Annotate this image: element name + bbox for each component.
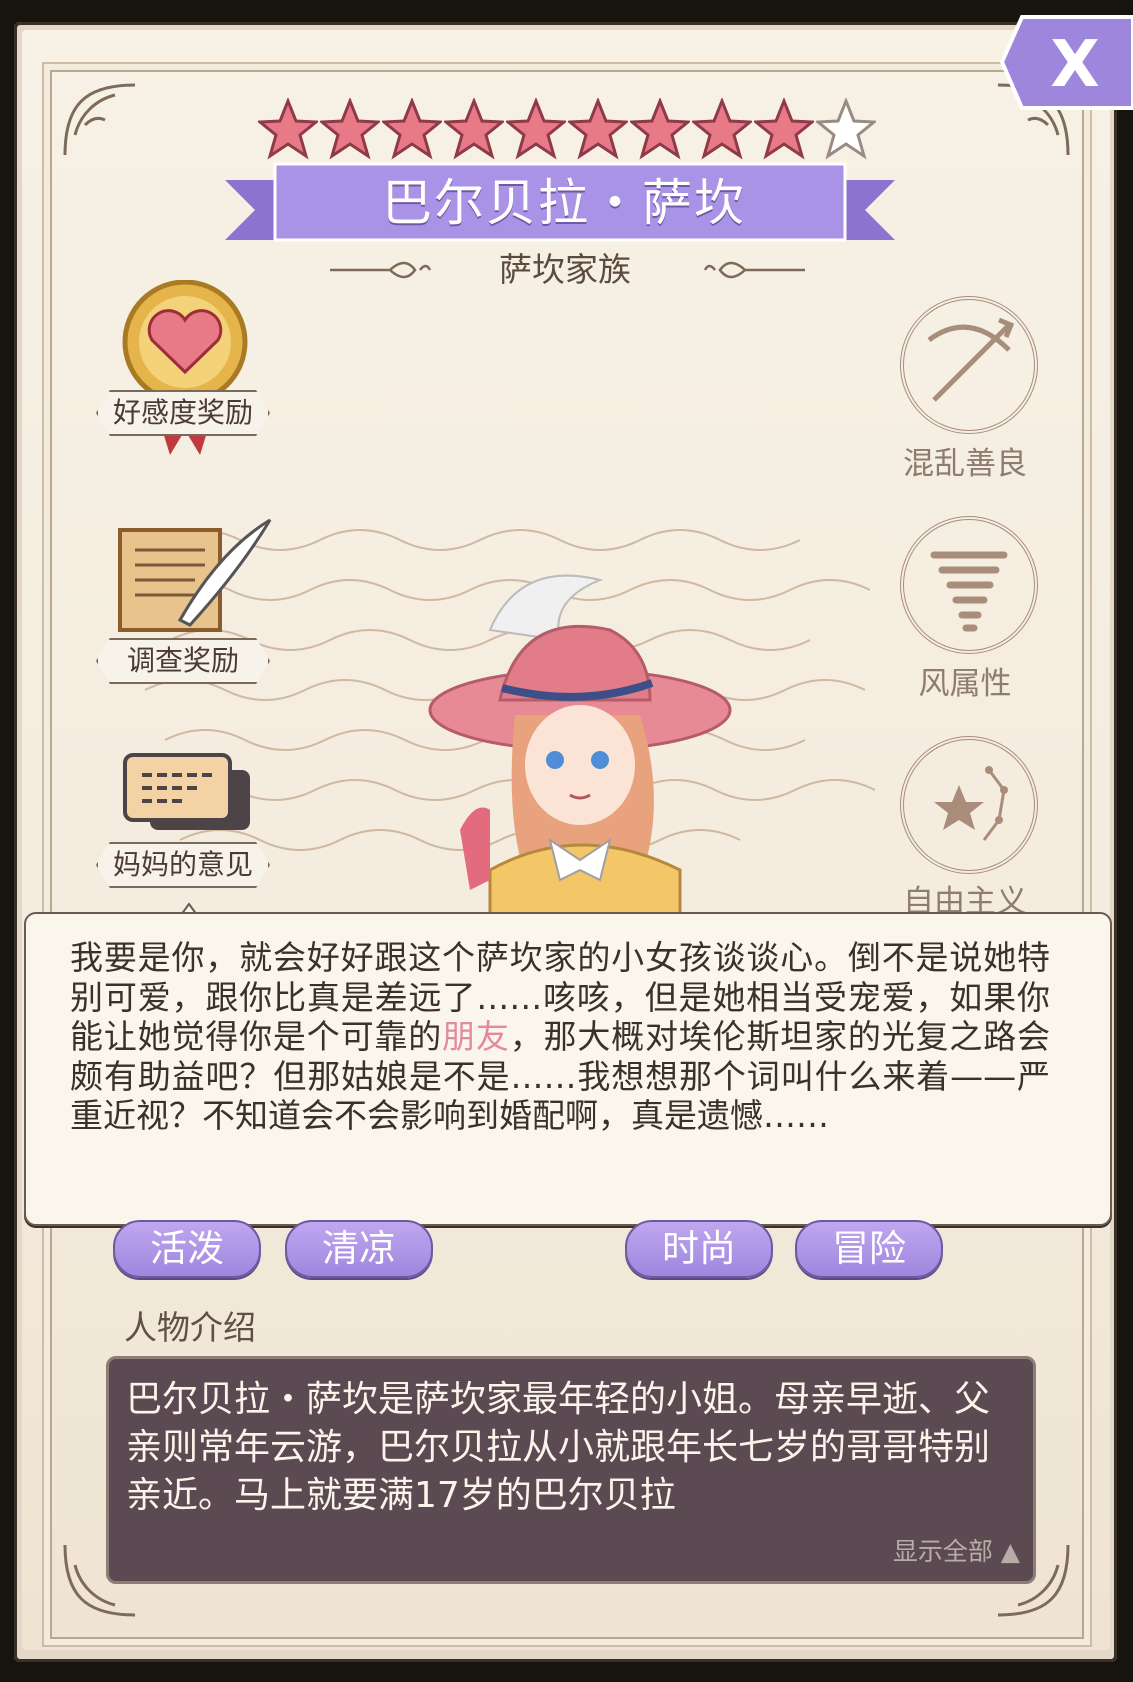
affection-reward-button[interactable]: 好感度奖励 xyxy=(90,280,290,470)
mom-opinion-label: 妈妈的意见 xyxy=(96,842,270,888)
constellation-icon[interactable] xyxy=(900,736,1038,874)
star-filled-icon xyxy=(568,98,628,160)
element-label: 风属性 xyxy=(918,666,1012,702)
rarity-stars xyxy=(258,98,878,160)
close-icon: X xyxy=(1050,28,1100,102)
tornado-icon[interactable] xyxy=(900,516,1038,654)
character-portrait xyxy=(428,574,732,930)
star-filled-icon xyxy=(258,98,318,160)
speech-bubble-icon xyxy=(123,753,250,830)
star-filled-icon xyxy=(444,98,504,160)
family-name: 萨坎家族 xyxy=(499,250,631,289)
tag-fashion[interactable]: 时尚 xyxy=(625,1220,773,1278)
bow-arrow-icon[interactable] xyxy=(900,296,1038,434)
close-button[interactable]: X xyxy=(999,15,1133,110)
intro-heading: 人物介绍 xyxy=(124,1308,256,1347)
star-filled-icon xyxy=(692,98,752,160)
heart-medal-icon xyxy=(122,280,248,455)
star-empty-icon xyxy=(816,98,876,160)
alignment-label: 混乱善良 xyxy=(903,446,1027,482)
star-filled-icon xyxy=(382,98,442,160)
game-screen: X 巴尔贝拉・萨坎 萨坎家族 好感度奖励 调查奖励 妈妈的意见 混乱善良 风属性… xyxy=(0,0,1133,1682)
character-name: 巴尔贝拉・萨坎 xyxy=(382,174,746,232)
tag-cool[interactable]: 清凉 xyxy=(285,1220,433,1278)
mom-opinion-button[interactable]: 妈妈的意见 xyxy=(90,750,290,890)
star-filled-icon xyxy=(506,98,566,160)
show-all-button[interactable]: 显示全部 ▲ xyxy=(880,1534,1020,1570)
star-filled-icon xyxy=(630,98,690,160)
tooltip-highlight-word: 朋友 xyxy=(442,1017,510,1056)
investigation-reward-button[interactable]: 调查奖励 xyxy=(90,510,290,690)
flourish-right-icon xyxy=(703,261,805,279)
tag-lively[interactable]: 活泼 xyxy=(113,1220,261,1278)
star-filled-icon xyxy=(320,98,380,160)
corner-ornament-icon xyxy=(63,83,136,156)
affection-reward-label: 好感度奖励 xyxy=(96,390,270,436)
star-filled-icon xyxy=(754,98,814,160)
investigation-reward-label: 调查奖励 xyxy=(96,638,270,684)
tag-adventure[interactable]: 冒险 xyxy=(795,1220,943,1278)
tooltip-text: 我要是你，就会好好跟这个萨坎家的小女孩谈谈心。倒不是说她特别可爱，跟你比真是差远… xyxy=(70,938,1050,1136)
intro-text: 巴尔贝拉・萨坎是萨坎家最年轻的小姐。母亲早逝、父亲则常年云游，巴尔贝拉从小就跟年… xyxy=(126,1379,991,1516)
scroll-quill-icon xyxy=(118,518,272,632)
